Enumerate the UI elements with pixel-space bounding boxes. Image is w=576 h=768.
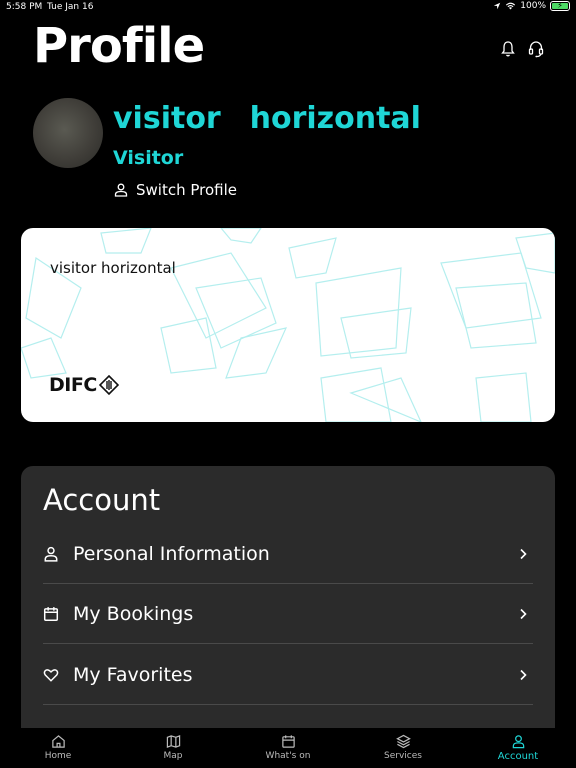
- tab-account[interactable]: Account: [478, 734, 558, 762]
- difc-emblem-icon: [98, 375, 119, 395]
- person-icon: [44, 546, 58, 562]
- layers-icon: [395, 734, 411, 749]
- tab-map[interactable]: Map: [133, 734, 213, 761]
- status-time: 5:58 PM: [6, 2, 43, 12]
- person-icon: [512, 735, 524, 749]
- tab-label: Account: [497, 751, 539, 762]
- avatar[interactable]: [33, 98, 103, 168]
- status-indicators: 100% ⚡: [493, 1, 570, 11]
- tab-label: Home: [44, 751, 72, 761]
- menu-my-favorites[interactable]: My Favorites: [43, 645, 533, 705]
- menu-my-bookings[interactable]: My Bookings: [43, 584, 533, 644]
- header-actions: [500, 40, 544, 58]
- menu-personal-information[interactable]: Personal Information: [43, 524, 533, 584]
- tab-label: Services: [384, 751, 422, 761]
- calendar-icon: [281, 735, 295, 748]
- map-icon: [166, 734, 180, 749]
- status-bar: 5:58 PM Tue Jan 16 100% ⚡: [0, 0, 576, 16]
- account-section-title: Account: [43, 483, 161, 517]
- home-icon: [51, 735, 65, 748]
- calendar-icon: [43, 606, 59, 621]
- charging-bolt-icon: ⚡: [557, 1, 563, 10]
- bell-icon[interactable]: [500, 40, 516, 58]
- battery-icon: ⚡: [550, 1, 570, 11]
- page-title: Profile: [33, 18, 205, 74]
- battery-percent: 100%: [520, 1, 546, 11]
- menu-label: Personal Information: [73, 542, 270, 565]
- switch-profile-label: Switch Profile: [136, 181, 238, 199]
- switch-profile-button[interactable]: Switch Profile: [114, 180, 237, 200]
- tab-whats-on[interactable]: What's on: [248, 734, 328, 761]
- heart-icon: [43, 668, 59, 682]
- difc-logo-text: DIFC: [49, 374, 97, 396]
- tab-label: Map: [163, 751, 183, 761]
- menu-label: My Bookings: [73, 602, 194, 625]
- chevron-right-icon: [520, 548, 527, 559]
- account-panel: Account Personal Information My Bookings…: [21, 466, 555, 746]
- membership-card[interactable]: visitor horizontal DIFC: [21, 228, 555, 422]
- person-icon: [114, 183, 128, 197]
- chevron-right-icon: [520, 669, 527, 680]
- tab-services[interactable]: Services: [363, 734, 443, 761]
- user-role: Visitor: [113, 147, 184, 169]
- wifi-icon: [506, 2, 516, 10]
- card-holder-name: visitor horizontal: [50, 259, 176, 277]
- status-date: Tue Jan 16: [47, 2, 94, 12]
- tab-bar: Home Map What's on Services Account: [0, 728, 576, 768]
- menu-label: My Favorites: [73, 663, 193, 686]
- difc-logo: DIFC: [49, 374, 119, 396]
- support-headset-icon[interactable]: [528, 40, 544, 58]
- chevron-right-icon: [520, 608, 527, 619]
- tab-home[interactable]: Home: [18, 734, 98, 761]
- tab-label: What's on: [265, 751, 311, 761]
- location-arrow-icon: [494, 2, 501, 10]
- user-name: visitor horizontal: [113, 101, 421, 136]
